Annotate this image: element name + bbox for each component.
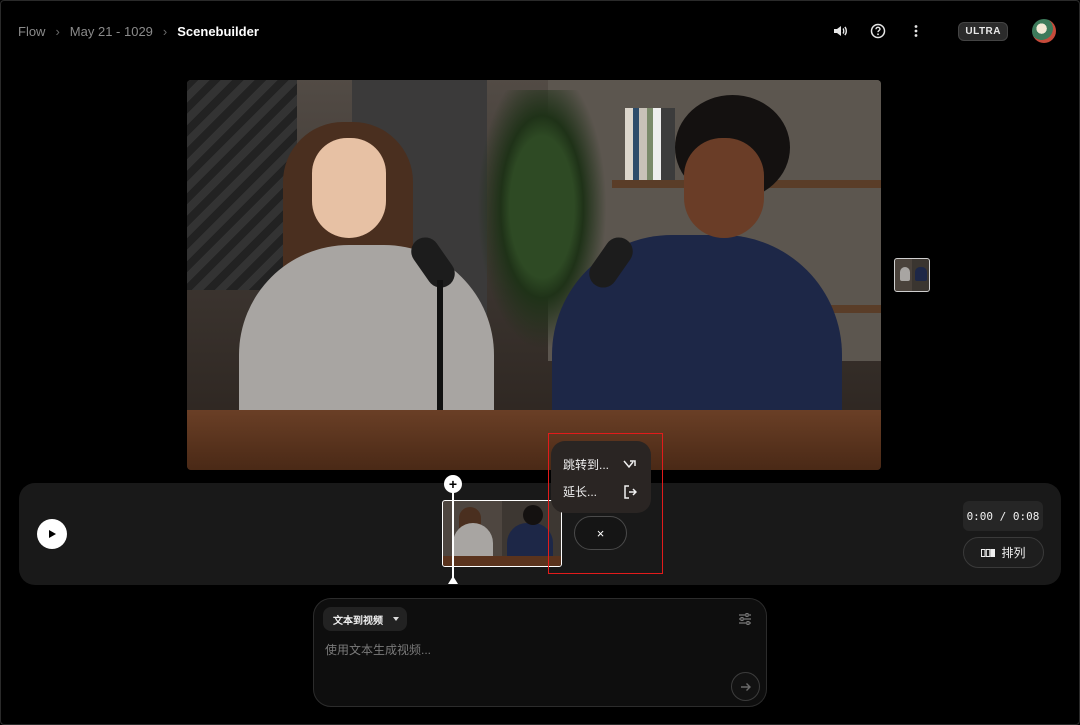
prompt-input[interactable] bbox=[325, 640, 725, 660]
avatar[interactable] bbox=[1032, 19, 1056, 43]
annotation-highlight bbox=[548, 433, 663, 574]
help-icon[interactable] bbox=[868, 21, 888, 41]
breadcrumb-flow[interactable]: Flow bbox=[18, 24, 45, 39]
more-vert-icon[interactable] bbox=[906, 21, 926, 41]
play-icon bbox=[49, 530, 56, 538]
time-display: 0:00 / 0:08 bbox=[963, 501, 1043, 531]
person-left bbox=[239, 245, 494, 435]
scene-thumbnail[interactable] bbox=[894, 258, 930, 292]
chevron-right-icon: › bbox=[162, 23, 168, 39]
volume-icon[interactable] bbox=[830, 21, 850, 41]
timeline-clip[interactable] bbox=[442, 500, 562, 567]
plan-badge: ULTRA bbox=[958, 21, 1008, 41]
arrow-right-icon bbox=[740, 682, 751, 691]
clip-figure bbox=[523, 505, 543, 525]
shelf bbox=[827, 305, 881, 313]
video-preview[interactable] bbox=[187, 80, 881, 470]
person-right-face bbox=[684, 138, 764, 238]
arrange-icon bbox=[981, 548, 996, 557]
mode-label: 文本到视频 bbox=[333, 615, 383, 627]
playhead[interactable] bbox=[452, 492, 454, 578]
top-bar: Flow › May 21 - 1029 › Scenebuilder ULTR… bbox=[18, 19, 1056, 43]
table bbox=[187, 410, 881, 470]
breadcrumb: Flow › May 21 - 1029 › Scenebuilder bbox=[18, 24, 259, 39]
play-button[interactable] bbox=[37, 519, 67, 549]
playhead-handle[interactable] bbox=[448, 576, 458, 584]
breadcrumb-current: Scenebuilder bbox=[177, 23, 259, 39]
books bbox=[625, 108, 675, 180]
breadcrumb-project[interactable]: May 21 - 1029 bbox=[70, 24, 153, 39]
mode-dropdown[interactable]: 文本到视频 bbox=[323, 607, 407, 631]
acoustic-panel bbox=[187, 80, 297, 290]
mic-stand bbox=[437, 280, 443, 420]
top-actions: ULTRA bbox=[830, 19, 1056, 43]
clip-table bbox=[443, 556, 561, 566]
send-button[interactable] bbox=[731, 672, 760, 701]
chevron-right-icon: › bbox=[55, 23, 60, 39]
settings-sliders-icon[interactable] bbox=[737, 611, 753, 627]
arrange-button[interactable]: 排列 bbox=[963, 537, 1044, 568]
arrange-label: 排列 bbox=[1001, 546, 1026, 560]
person-left-face bbox=[312, 138, 386, 238]
add-clip-button[interactable]: + bbox=[444, 475, 462, 493]
chevron-down-icon bbox=[393, 617, 399, 621]
